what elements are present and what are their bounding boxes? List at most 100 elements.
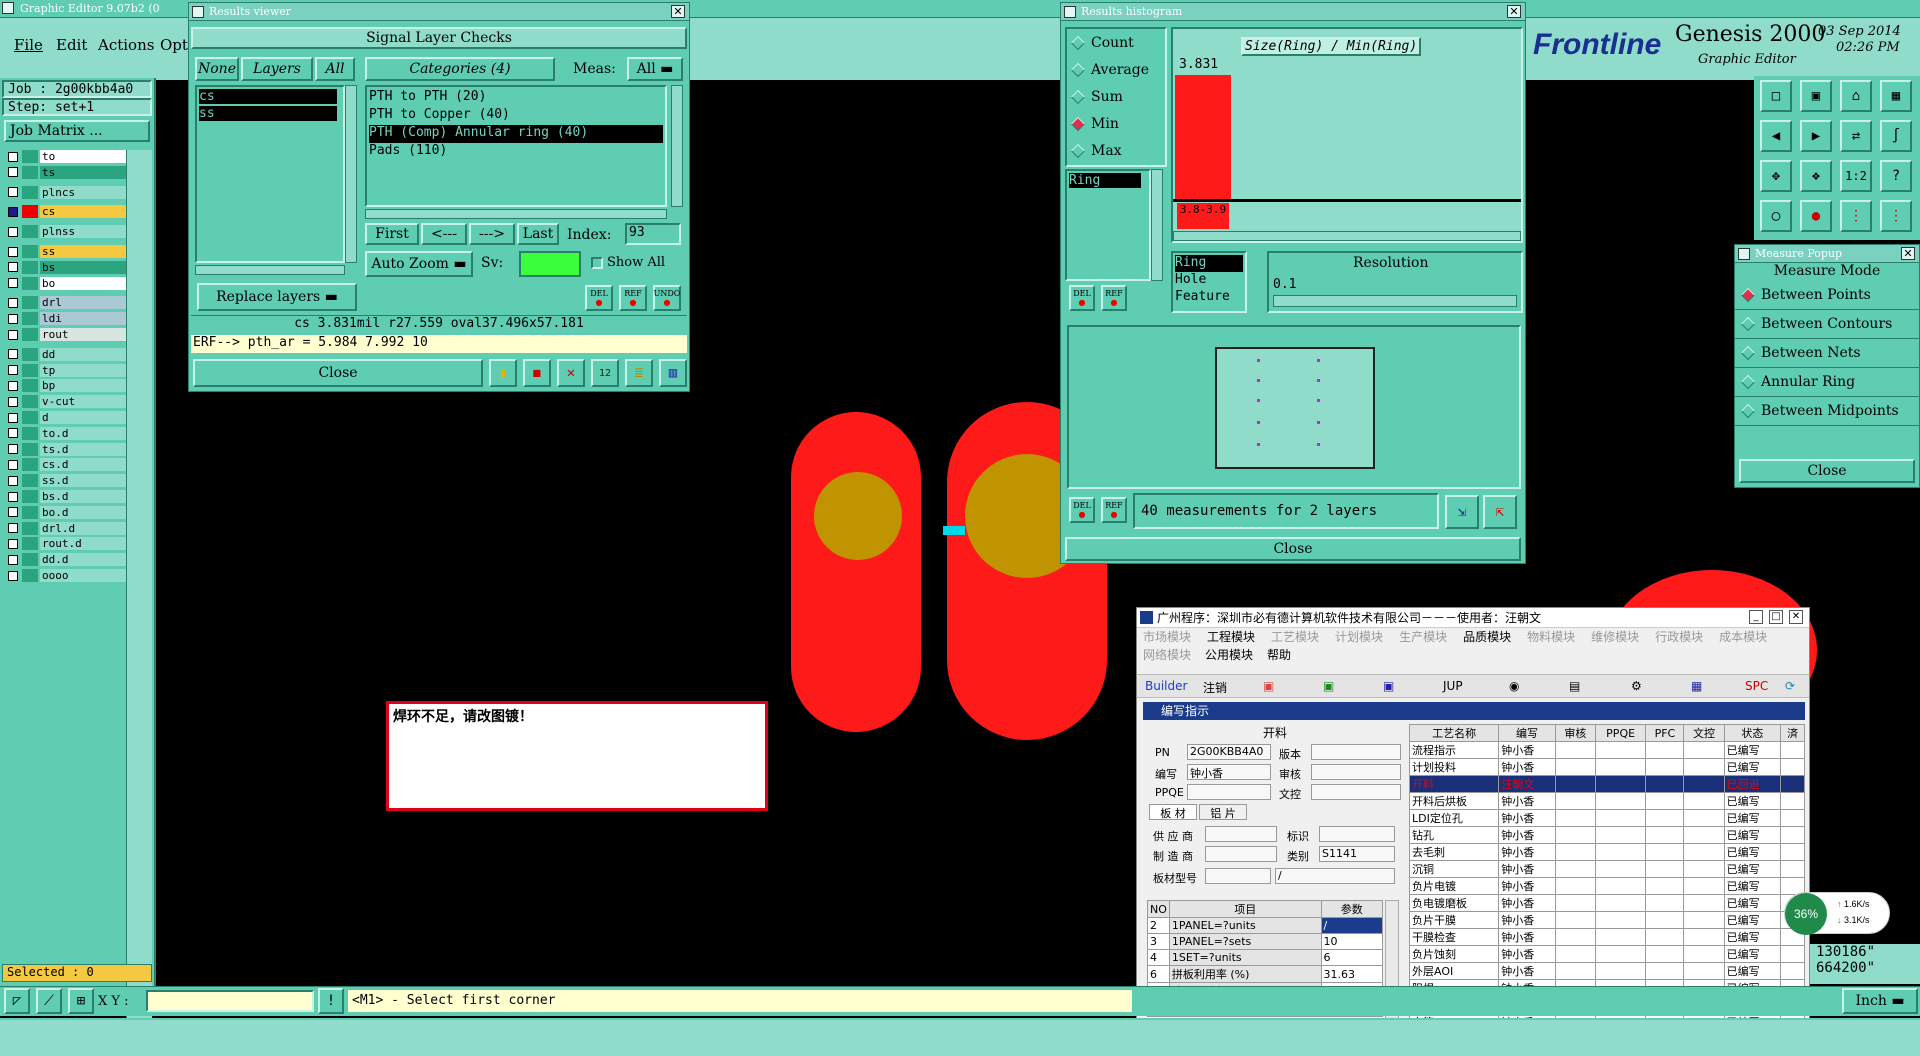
model-field-a[interactable] [1205, 868, 1271, 884]
table-row[interactable]: 去毛刺 钟小香 已编写 [1408, 843, 1805, 861]
category-item-selected[interactable]: PTH (Comp) Annular ring (40) [369, 125, 663, 143]
auto-zoom-dropdown[interactable]: Auto Zoom ▬ [365, 251, 473, 277]
layer-row[interactable]: oooo [8, 569, 126, 582]
layer-row[interactable]: drl.d [8, 521, 126, 535]
close-button[interactable]: Close [193, 359, 483, 387]
layer-row[interactable]: ts.d [8, 442, 126, 456]
replace-layers-dropdown[interactable]: Replace layers ▬ [197, 283, 357, 311]
xy-input[interactable] [146, 990, 314, 1012]
menu-actions[interactable]: Actions [98, 36, 154, 54]
measurement-point[interactable] [1317, 379, 1320, 382]
show-all-checkbox[interactable] [591, 257, 603, 269]
layer-row[interactable]: bs [8, 260, 126, 274]
layer-row[interactable]: rout.d [8, 537, 126, 551]
layer-checkbox[interactable] [8, 459, 18, 470]
layer-scrollbar[interactable] [126, 150, 152, 1020]
sv-color-dropdown[interactable] [519, 251, 581, 277]
layer-row[interactable]: to.d [8, 426, 126, 440]
option-average[interactable]: Average [1067, 56, 1165, 83]
layer-row[interactable]: bo.d [8, 505, 126, 519]
window-menu-icon[interactable] [1064, 6, 1076, 18]
mis-menu-item[interactable]: 网络模块 [1143, 646, 1191, 664]
eye-icon[interactable]: ◉ [1509, 679, 1519, 693]
layer-row[interactable]: plncs [8, 185, 126, 199]
export-icon[interactable]: ⇲ [1445, 495, 1479, 529]
ring-listbox[interactable]: Ring [1065, 169, 1151, 281]
hist-close-button[interactable]: Close [1065, 537, 1521, 561]
mode-between-contours[interactable]: Between Contours [1735, 310, 1919, 339]
layer-checkbox[interactable] [8, 428, 18, 439]
review-field[interactable] [1311, 764, 1401, 780]
layer-checkbox[interactable] [8, 538, 18, 549]
layer-row[interactable]: dd.d [8, 553, 126, 567]
measurement-point[interactable] [1257, 359, 1260, 362]
table-row[interactable]: 外层AOI 钟小香 已编写 [1408, 962, 1805, 980]
layer-checkbox[interactable] [8, 246, 18, 257]
type-item[interactable]: Hole [1175, 272, 1243, 289]
layer-row[interactable]: ss [8, 245, 126, 258]
undo-button[interactable]: UNDO ● [653, 285, 681, 311]
mode-between-midpoints[interactable]: Between Midpoints [1735, 397, 1919, 426]
category-item[interactable]: Pads (110) [369, 143, 663, 161]
measurement-point[interactable] [1257, 421, 1260, 424]
layer-row[interactable]: cs.d [8, 458, 126, 472]
table-row[interactable]: 钻孔 钟小香 已编写 [1408, 826, 1805, 844]
table-row[interactable]: 开料后烘板 钟小香 已编写 [1408, 792, 1805, 810]
measurement-point[interactable] [1317, 421, 1320, 424]
version-field[interactable] [1311, 744, 1401, 760]
unit-dropdown[interactable]: Inch ▬ [1842, 988, 1918, 1014]
layer-checkbox[interactable] [8, 554, 18, 565]
layer-row[interactable]: v-cut [8, 395, 126, 409]
all-button[interactable]: All [315, 57, 355, 81]
layer-checkbox[interactable] [8, 412, 18, 423]
ref-button[interactable]: REF ● [619, 285, 647, 311]
excel-icon[interactable]: ▣ [1323, 679, 1334, 693]
ring-list-scrollbar[interactable] [1151, 169, 1163, 281]
layer-checkbox[interactable] [8, 297, 18, 308]
writer-field[interactable]: 钟小香 [1187, 764, 1271, 780]
layers-button[interactable]: Layers [241, 57, 313, 81]
layer-checkbox[interactable] [8, 206, 18, 217]
red-icon[interactable]: ◼ [523, 359, 551, 387]
supplier-field[interactable] [1205, 826, 1277, 842]
measure-icon[interactable]: ⟋ [36, 988, 62, 1014]
close-icon[interactable]: ✕ [1507, 5, 1521, 18]
mis-menu-item[interactable]: 成本模块 [1719, 628, 1767, 646]
layer-checkbox[interactable] [8, 380, 18, 391]
layer-row[interactable]: tp [8, 363, 126, 377]
option-sum[interactable]: Sum [1067, 83, 1165, 110]
table-row[interactable]: 开料 汪朝文 已回退 [1408, 775, 1805, 793]
layer-row[interactable]: dd [8, 347, 126, 361]
type-listbox[interactable]: Ring Hole Feature [1171, 251, 1247, 313]
mis-menu-item[interactable]: 生产模块 [1399, 628, 1447, 646]
table-row[interactable]: 负片蚀刻 钟小香 已编写 [1408, 945, 1805, 963]
layer-checkbox[interactable] [8, 365, 18, 376]
type-field[interactable]: S1141 [1319, 846, 1395, 862]
hist-ref-button[interactable]: REF ● [1101, 285, 1127, 311]
layer-checkbox[interactable] [8, 262, 18, 273]
layer-checkbox[interactable] [8, 491, 18, 502]
table-row[interactable]: LDI定位孔 钟小香 已编写 [1408, 809, 1805, 827]
layer-list-scrollbar[interactable] [345, 85, 357, 263]
tools-icon[interactable]: ⚙ [1631, 679, 1642, 693]
maker-field[interactable] [1205, 846, 1277, 862]
maximize-icon[interactable]: □ [1769, 610, 1783, 624]
table-row[interactable]: 计划投料 钟小香 已编写 [1408, 758, 1805, 776]
option-min[interactable]: Min [1067, 110, 1165, 137]
resolution-slider[interactable] [1273, 295, 1517, 307]
mode-between-points[interactable]: Between Points [1735, 281, 1919, 310]
builder-button[interactable]: Builder [1145, 679, 1187, 693]
layer-checkbox[interactable] [8, 226, 18, 237]
mis-menu-item[interactable]: 物料模块 [1527, 628, 1575, 646]
table-cell[interactable]: 10 [1320, 933, 1384, 950]
table-row[interactable]: 6 拼板利用率 (%) 31.63 [1147, 965, 1384, 983]
window-menu-icon[interactable] [1738, 248, 1750, 260]
layer-row[interactable]: plnss [8, 225, 126, 239]
option-count[interactable]: Count [1067, 29, 1165, 56]
minimize-icon[interactable]: _ [1749, 610, 1763, 624]
layer-checkbox[interactable] [8, 187, 18, 198]
table-cell[interactable]: / [1320, 917, 1384, 934]
close-icon[interactable]: ✕ [1789, 610, 1803, 624]
layer-list-item[interactable]: ss [199, 106, 337, 121]
job-matrix-button[interactable]: Job Matrix ... [4, 120, 150, 142]
